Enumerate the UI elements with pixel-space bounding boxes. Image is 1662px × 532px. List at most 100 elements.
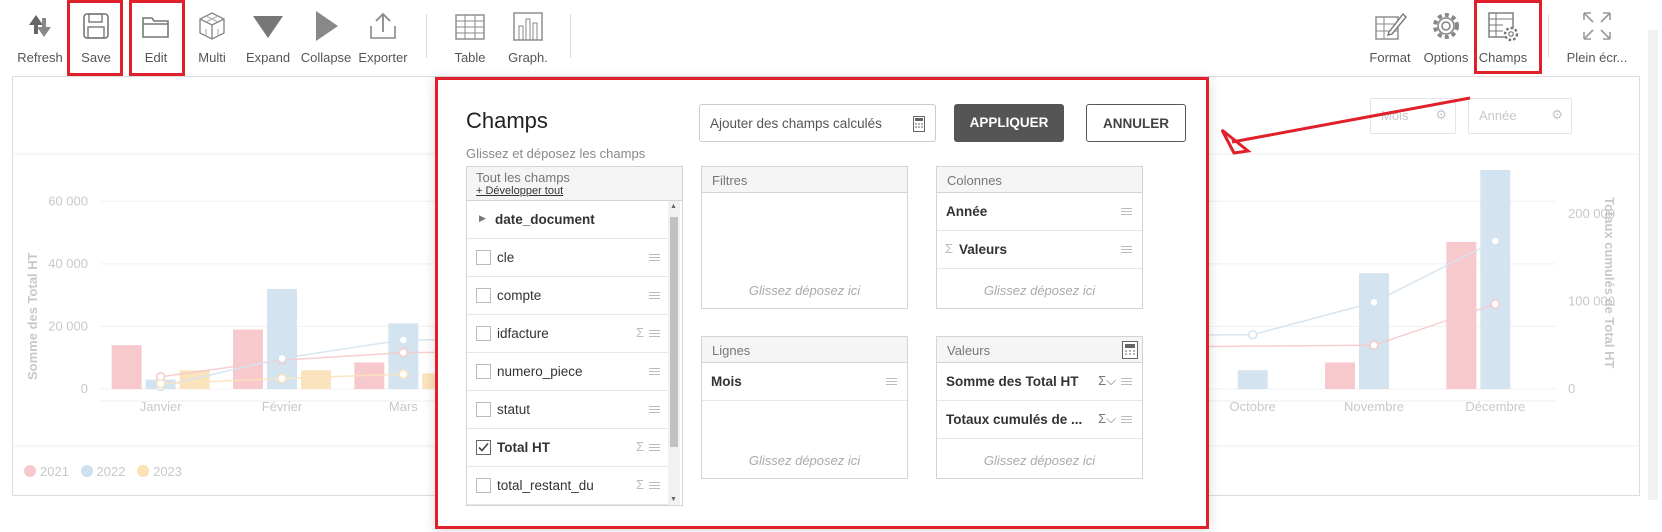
bar-2022 <box>1480 170 1511 389</box>
columns-header: Colonnes <box>937 167 1142 193</box>
field-item-label: cle <box>497 250 515 265</box>
drag-handle-icon[interactable] <box>649 406 660 414</box>
legend-dot <box>24 465 36 477</box>
columns-drop-zone[interactable]: Colonnes Année Σ Valeurs Glissez déposez… <box>936 166 1143 309</box>
cumulative-point <box>277 353 287 364</box>
cumulative-point <box>398 369 409 379</box>
calculator-icon <box>913 116 925 132</box>
column-field-label: Valeurs <box>959 242 1008 257</box>
row-field-label: Mois <box>711 374 742 389</box>
field-item-label: numero_piece <box>497 364 583 379</box>
caret-right-icon: ▶ <box>479 213 486 223</box>
values-drop-zone[interactable]: Valeurs Somme des Total HT Σ⌵ Totaux cum… <box>936 336 1143 479</box>
scroll-down-icon[interactable]: ▼ <box>670 496 677 503</box>
drag-handle-icon[interactable] <box>649 368 660 376</box>
column-field-annee[interactable]: Année <box>937 193 1142 231</box>
fields-scrollbar[interactable]: ▲ ▼ <box>668 201 680 505</box>
cumulative-point <box>277 373 287 384</box>
drag-handle-icon[interactable] <box>1121 416 1132 424</box>
field-item[interactable]: numero_piece <box>467 353 670 391</box>
modal-subtitle: Glissez et déposez les champs <box>466 146 646 161</box>
y2-axis-title: Totaux cumulés de Total HT <box>1602 197 1617 368</box>
y-axis-title: Somme des Total HT <box>25 252 40 380</box>
bar-2021 <box>1325 362 1355 389</box>
drag-handle-icon[interactable] <box>1121 246 1132 254</box>
all-fields-box: Tout les champs + Développer tout ▶ date… <box>466 166 683 506</box>
x-tick-label: Octobre <box>1230 399 1276 414</box>
values-header: Valeurs <box>937 337 1142 363</box>
drag-handle-icon[interactable] <box>649 330 660 338</box>
drag-handle-icon[interactable] <box>649 482 660 490</box>
apply-button[interactable]: APPLIQUER <box>954 104 1064 142</box>
add-calculated-fields-label: Ajouter des champs calculés <box>710 116 882 131</box>
y-tick-label: 20 000 <box>48 318 88 333</box>
field-group-label: date_document <box>495 212 595 227</box>
field-item-label: total_restant_du <box>497 478 594 493</box>
value-field-totaux[interactable]: Totaux cumulés de ... Σ⌵ <box>937 401 1142 439</box>
field-item[interactable]: Total HT Σ <box>467 429 670 467</box>
add-calculated-fields-button[interactable]: Ajouter des champs calculés <box>699 104 936 142</box>
sigma-dropdown-icon[interactable]: Σ⌵ <box>1098 411 1116 427</box>
field-checkbox[interactable] <box>476 478 491 493</box>
value-field-label: Totaux cumulés de ... <box>946 412 1083 427</box>
column-field-valeurs[interactable]: Σ Valeurs <box>937 231 1142 269</box>
all-fields-title: Tout les champs <box>476 170 570 185</box>
x-tick-label: Février <box>262 399 303 414</box>
legend-item-2022[interactable]: 2022 <box>80 464 125 479</box>
field-group-date-document[interactable]: ▶ date_document <box>467 201 670 239</box>
bar-2021 <box>111 345 142 389</box>
cumulative-point <box>1490 236 1501 246</box>
filters-drop-hint: Glissez déposez ici <box>748 283 861 298</box>
rows-drop-hint: Glissez déposez ici <box>748 453 861 468</box>
expand-all-link[interactable]: + Développer tout <box>476 185 673 197</box>
drag-handle-icon[interactable] <box>886 378 897 386</box>
row-field-mois[interactable]: Mois <box>702 363 907 401</box>
field-checkbox[interactable] <box>476 250 491 265</box>
sigma-icon: Σ <box>635 439 644 454</box>
cumulative-point <box>398 347 409 358</box>
field-item[interactable]: idfacture Σ <box>467 315 670 353</box>
legend-dot <box>80 465 93 477</box>
drag-handle-icon[interactable] <box>649 292 660 300</box>
field-checkbox[interactable] <box>476 402 491 417</box>
legend-item-2021[interactable]: 2021 <box>24 464 69 479</box>
champs-modal: Champs Glissez et déposez les champs Ajo… <box>435 77 1209 529</box>
drag-handle-icon[interactable] <box>1121 208 1132 216</box>
field-checkbox[interactable] <box>476 364 491 379</box>
fields-scrollbar-thumb[interactable] <box>670 217 678 447</box>
y-tick-label: 40 000 <box>48 256 88 271</box>
field-item[interactable]: total_restant_du Σ <box>467 467 670 505</box>
calculator-icon[interactable] <box>1122 341 1138 359</box>
drag-handle-icon[interactable] <box>649 254 660 262</box>
field-checkbox[interactable] <box>476 288 491 303</box>
bar-2023 <box>301 370 331 389</box>
rows-drop-zone[interactable]: Lignes Mois Glissez déposez ici <box>701 336 908 479</box>
drag-handle-icon[interactable] <box>649 444 660 452</box>
sigma-icon: Σ <box>635 477 644 492</box>
field-checkbox[interactable] <box>476 326 491 341</box>
legend-item-2023[interactable]: 2023 <box>137 464 182 479</box>
drag-handle-icon[interactable] <box>1121 378 1132 386</box>
value-field-somme[interactable]: Somme des Total HT Σ⌵ <box>937 363 1142 401</box>
field-item-label: Total HT <box>497 440 550 455</box>
y2-tick-label: 0 <box>1568 381 1575 396</box>
cancel-button[interactable]: ANNULER <box>1086 104 1186 142</box>
column-field-label: Année <box>946 204 988 219</box>
rows-header: Lignes <box>702 337 907 363</box>
cumulative-point <box>1490 299 1501 309</box>
filters-drop-zone[interactable]: Filtres Glissez déposez ici <box>701 166 908 309</box>
field-item[interactable]: compte <box>467 277 670 315</box>
y-tick-label: 60 000 <box>48 193 88 208</box>
sigma-icon: Σ <box>945 241 954 256</box>
field-item[interactable]: cle <box>467 239 670 277</box>
field-checkbox[interactable] <box>476 440 491 455</box>
all-fields-header: Tout les champs + Développer tout <box>467 167 682 201</box>
sigma-dropdown-icon[interactable]: Σ⌵ <box>1098 373 1116 389</box>
filters-header: Filtres <box>702 167 907 193</box>
legend-dot <box>137 465 150 477</box>
field-item[interactable]: statut <box>467 391 670 429</box>
modal-title: Champs <box>466 108 548 133</box>
checkmark-icon <box>478 442 489 452</box>
scroll-up-icon[interactable]: ▲ <box>670 203 677 210</box>
y-tick-label: 0 <box>81 381 88 396</box>
